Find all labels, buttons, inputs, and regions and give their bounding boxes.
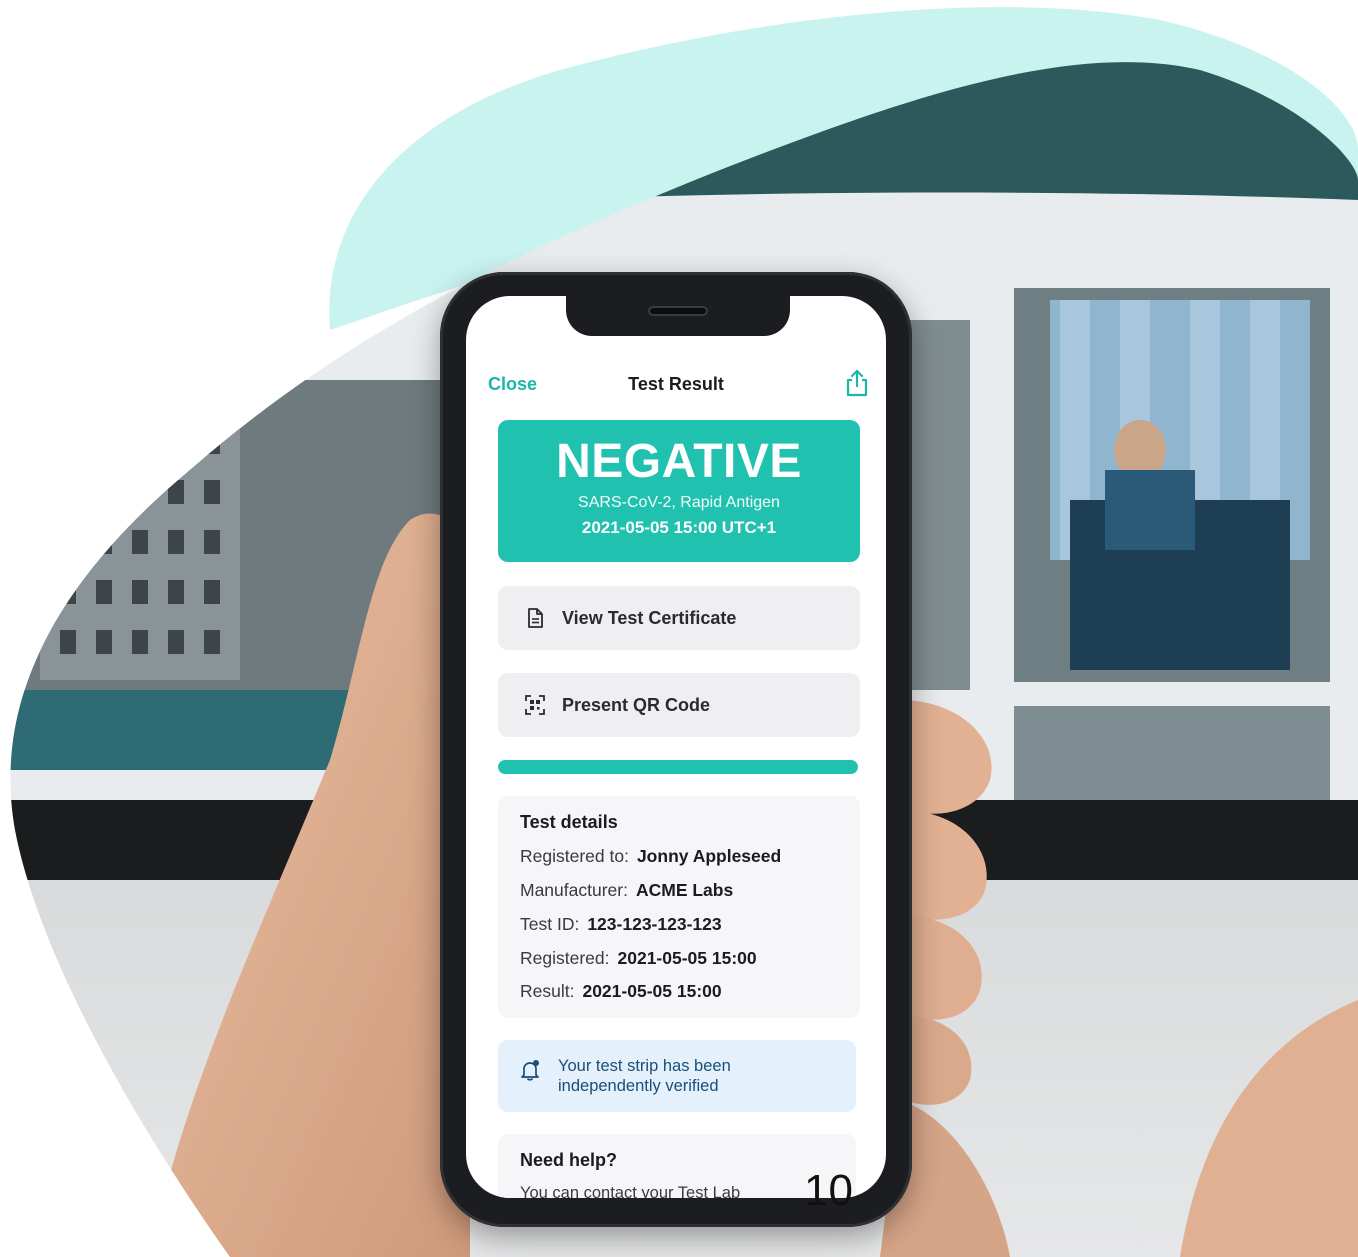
detail-value: ACME Labs (635, 880, 734, 900)
help-card: Need help? You can contact your Test Lab (498, 1134, 856, 1198)
detail-row-result: Result: 2021-05-05 15:00 (520, 981, 722, 1002)
test-details-title: Test details (520, 812, 618, 832)
test-details-card: Test details Registered to: Jonny Applese… (498, 796, 860, 1018)
detail-label: Registered: (520, 948, 610, 968)
help-text: You can contact your Test Lab (520, 1184, 741, 1198)
detail-value: 2021-05-05 15:00 (617, 948, 757, 968)
page-title: Test Result (628, 374, 724, 394)
phone-notch (566, 296, 790, 336)
verification-notice: Your test strip has been independently v… (498, 1040, 856, 1112)
detail-label: Result: (520, 981, 575, 1001)
share-icon[interactable] (844, 368, 870, 398)
progress-bar (498, 760, 858, 774)
notice-text: Your test strip has been independently v… (558, 1057, 731, 1095)
phone-screen: Close Test Result NEGATIVE SARS-CoV-2, R… (466, 296, 886, 1198)
detail-label: Registered to: (520, 846, 629, 866)
slide: Close Test Result NEGATIVE SARS-CoV-2, R… (0, 0, 1358, 1257)
detail-label: Manufacturer: (520, 880, 628, 900)
document-icon (528, 608, 543, 628)
detail-value: Jonny Appleseed (636, 846, 782, 866)
speaker-grille (648, 306, 708, 316)
detail-row-registered: Registered: 2021-05-05 15:00 (520, 948, 757, 969)
qr-code-icon (525, 695, 545, 715)
present-qr-button[interactable]: Present QR Code (498, 673, 860, 737)
view-certificate-label: View Test Certificate (562, 607, 737, 628)
detail-label: Test ID: (520, 914, 580, 934)
detail-row-manufacturer: Manufacturer: ACME Labs (520, 880, 733, 901)
detail-row-registered-to: Registered to: Jonny Appleseed (520, 846, 781, 867)
bell-icon (521, 1060, 539, 1081)
help-title: Need help? (520, 1150, 618, 1170)
present-qr-label: Present QR Code (562, 694, 711, 715)
detail-value: 2021-05-05 15:00 (582, 981, 722, 1001)
result-card: NEGATIVE SARS-CoV-2, Rapid Antigen 2021-… (498, 420, 860, 562)
detail-value: 123-123-123-123 (587, 914, 722, 934)
result-test-type: SARS-CoV-2, Rapid Antigen (578, 494, 780, 511)
result-status: NEGATIVE (556, 435, 802, 488)
result-datetime: 2021-05-05 15:00 UTC+1 (581, 518, 777, 537)
nav-bar: Close Test Result (466, 369, 886, 410)
progress-fill (498, 760, 858, 774)
detail-row-test-id: Test ID: 123-123-123-123 (520, 914, 722, 935)
phone-frame: Close Test Result NEGATIVE SARS-CoV-2, R… (440, 272, 912, 1227)
slide-page-number: 10 (804, 1166, 853, 1215)
view-certificate-button[interactable]: View Test Certificate (498, 586, 860, 650)
